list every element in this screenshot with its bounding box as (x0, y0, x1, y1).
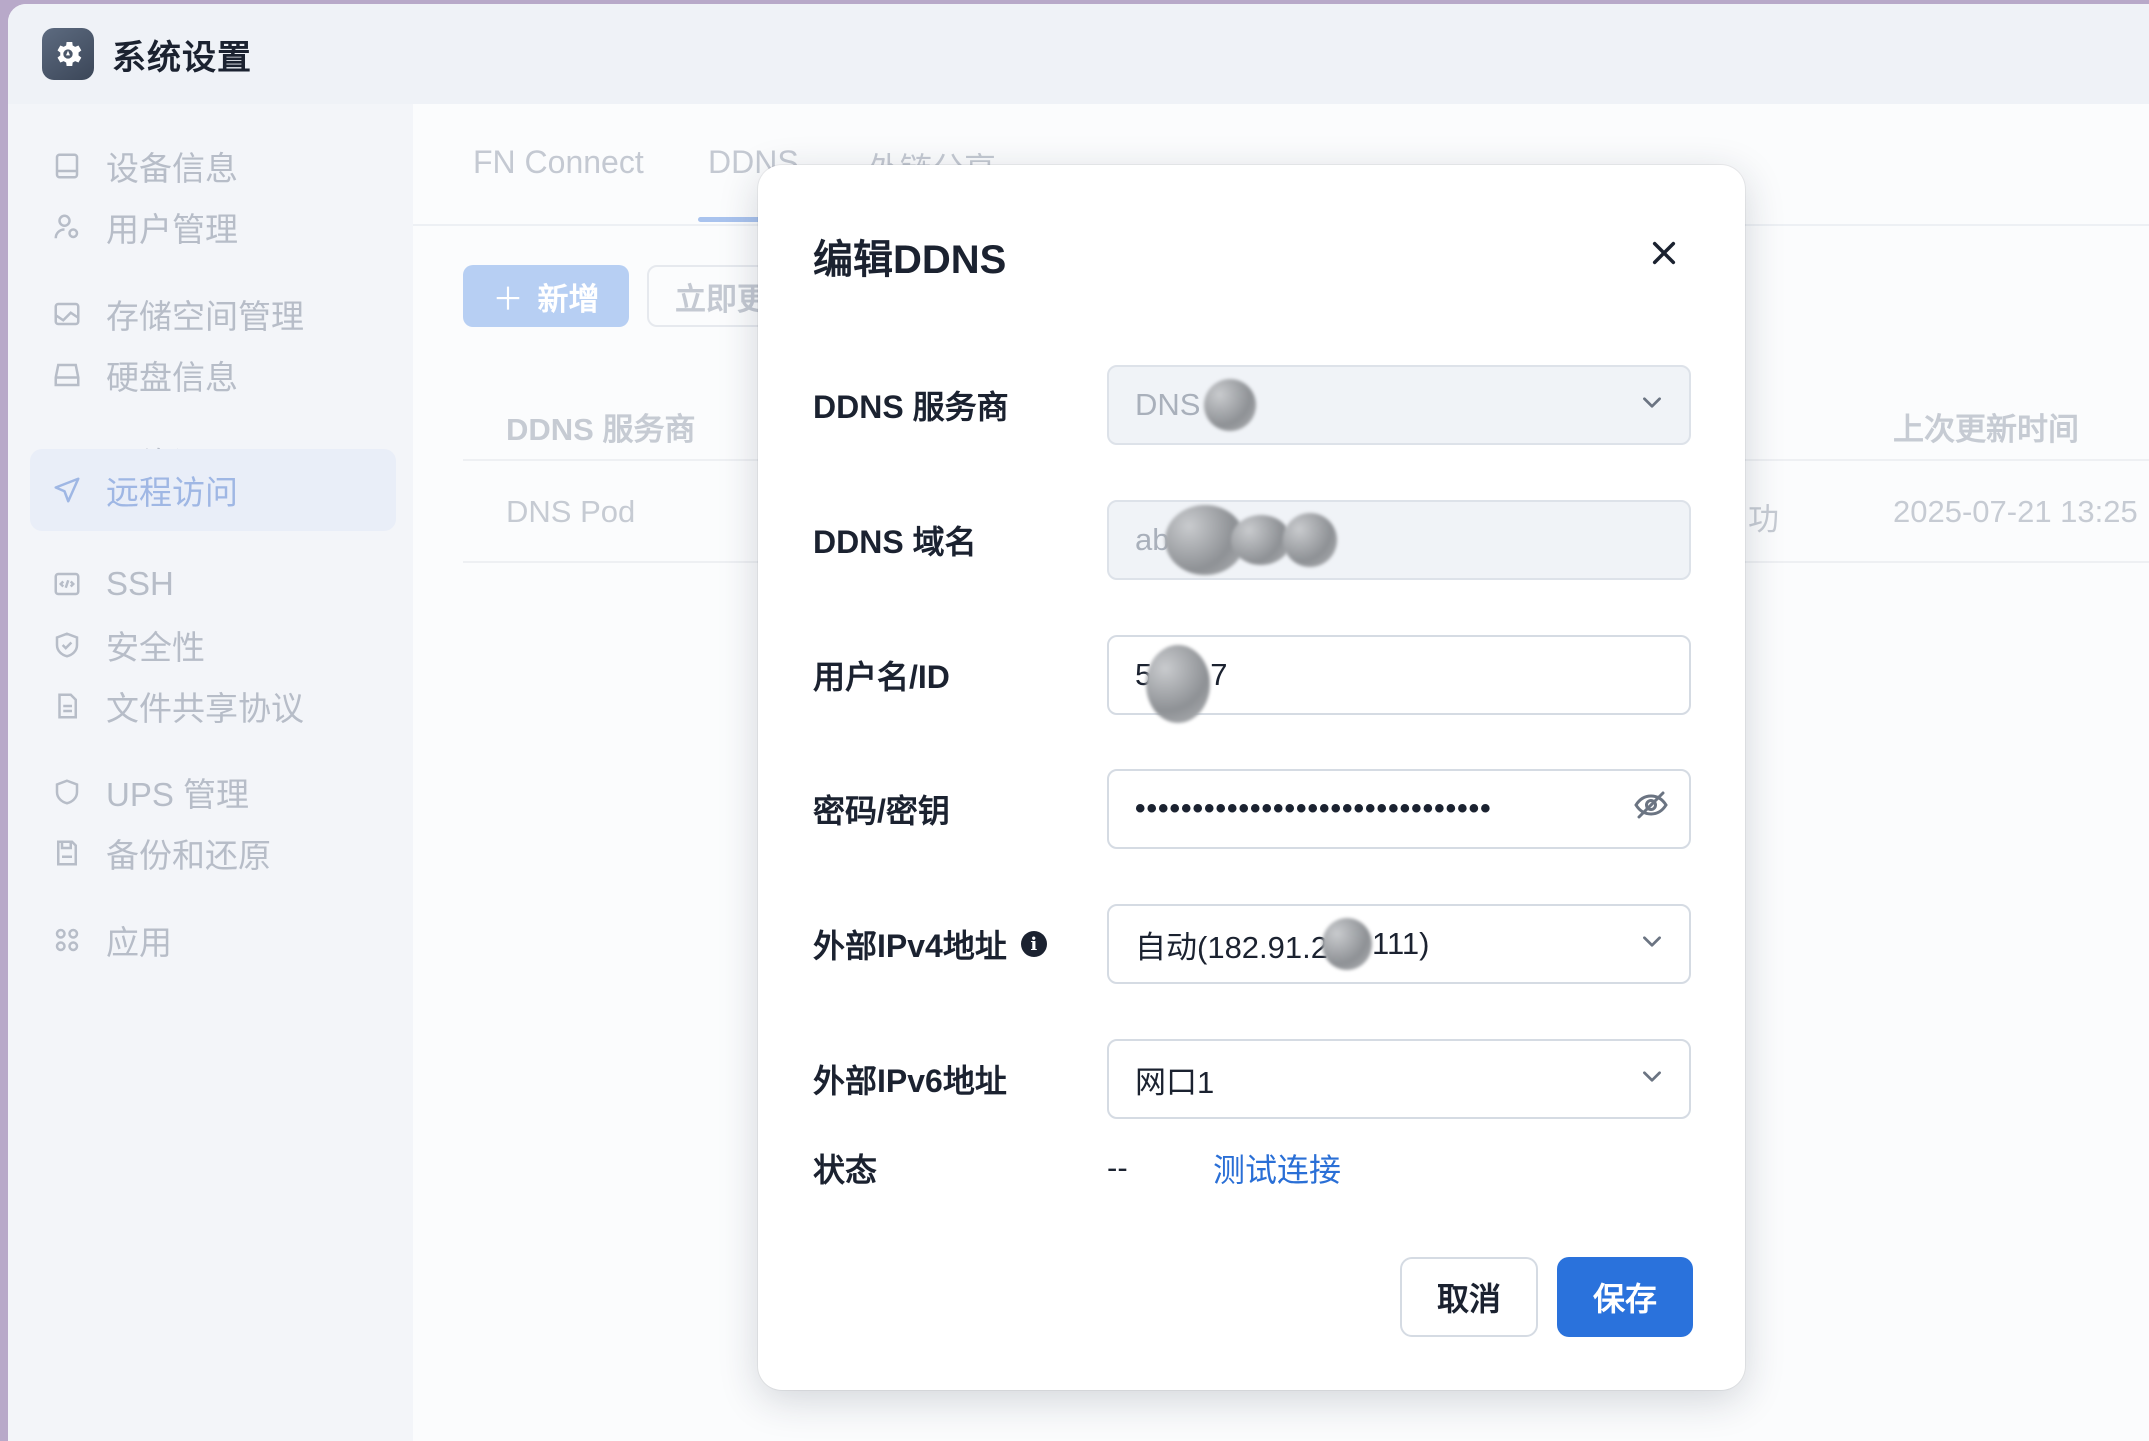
domain-value: ab (1135, 522, 1170, 557)
username-field[interactable]: 5 7 (1107, 635, 1691, 723)
update-now-button[interactable]: 立即更新 (647, 265, 767, 327)
provider-label: DDNS 服务商 (813, 389, 1009, 425)
username-label: 用户名/ID (813, 659, 950, 695)
ipv4-label: 外部IPv4地址 (813, 928, 1007, 964)
redaction-blur (1204, 379, 1257, 431)
shield-icon (50, 775, 84, 809)
sidebar-item-disk-info[interactable]: 硬盘信息 (30, 334, 396, 416)
ipv6-select[interactable]: 网口1 (1107, 1039, 1691, 1119)
password-field[interactable]: ••••••••••••••••••••••••••••••• (1107, 769, 1691, 849)
sidebar-item-label: 应用 (106, 924, 172, 961)
redaction-blur (1231, 515, 1292, 565)
cell-last-update: 2025-07-21 13:25 (1893, 494, 2138, 529)
sidebar-item-label: 硬盘信息 (106, 359, 238, 396)
domain-label: DDNS 域名 (813, 524, 977, 560)
ipv6-label: 外部IPv6地址 (813, 1063, 1007, 1099)
plus-icon: ＋ (492, 281, 524, 317)
eye-off-icon[interactable] (1633, 787, 1669, 831)
domain-field[interactable]: ab (1107, 500, 1691, 580)
add-button-label: 新增 (537, 281, 600, 317)
redaction-blur (1283, 513, 1338, 567)
close-icon[interactable] (1641, 230, 1687, 276)
sidebar-item-label: 存储空间管理 (106, 298, 304, 335)
domain-row: DDNS 域名 ab (813, 500, 1693, 580)
sidebar-item-remote-access[interactable]: 远程访问 (30, 449, 396, 531)
file-icon (50, 689, 84, 723)
info-icon[interactable]: i (1020, 931, 1047, 957)
titlebar: 系统设置 (8, 4, 2149, 104)
ipv6-row: 外部IPv6地址 网口1 (813, 1039, 1693, 1119)
ipv4-select[interactable]: 自动(182.91.2 111) (1107, 904, 1691, 984)
column-header-provider: DDNS 服务商 (506, 412, 696, 447)
redaction-blur (1322, 918, 1372, 970)
redaction-blur (1146, 645, 1211, 723)
edit-ddns-dialog: 编辑DDNS DDNS 服务商 DNS DDNS 域名 ab 用户名/ID 5 … (758, 165, 1745, 1390)
apps-icon (50, 923, 84, 957)
sidebar-item-label: SSH (106, 565, 174, 602)
shield-check-icon (50, 628, 84, 662)
save-button[interactable]: 保存 (1557, 1257, 1693, 1337)
storage-icon (50, 297, 84, 331)
ipv4-value-suffix: 111) (1372, 926, 1430, 961)
sidebar: 设备信息 用户管理 存储空间管理 硬盘信息 网络设置 (8, 104, 413, 1441)
sidebar-item-label: 用户管理 (106, 211, 238, 248)
sidebar-item-apps[interactable]: 应用 (30, 899, 396, 981)
chevron-down-icon (1639, 387, 1665, 423)
provider-select[interactable]: DNS (1107, 365, 1691, 445)
disk-icon (50, 358, 84, 392)
ipv4-value: 自动(182.91.2 (1135, 929, 1328, 965)
sidebar-item-label: 安全性 (106, 629, 205, 666)
sidebar-item-label: 设备信息 (106, 150, 238, 187)
password-value: ••••••••••••••••••••••••••••••• (1135, 792, 1492, 825)
user-settings-icon (50, 210, 84, 244)
device-icon (50, 149, 84, 183)
update-now-label: 立即更新 (675, 281, 767, 317)
password-row: 密码/密钥 ••••••••••••••••••••••••••••••• (813, 769, 1693, 849)
sidebar-item-label: 文件共享协议 (106, 690, 304, 727)
tab-fn-connect[interactable]: FN Connect (473, 144, 644, 181)
backup-icon (50, 836, 84, 870)
ipv6-value: 网口1 (1135, 1064, 1215, 1100)
app-title: 系统设置 (112, 38, 252, 77)
status-label: 状态 (813, 1152, 878, 1188)
test-connection-link[interactable]: 测试连接 (1213, 1145, 1341, 1191)
cell-provider: DNS Pod (506, 494, 636, 529)
sidebar-item-user-management[interactable]: 用户管理 (30, 186, 396, 268)
sidebar-item-label: UPS 管理 (106, 776, 250, 813)
status-value: -- (1107, 1150, 1128, 1185)
column-header-last-update: 上次更新时间 (1893, 412, 2079, 447)
sidebar-item-label: 远程访问 (106, 474, 238, 511)
password-label: 密码/密钥 (813, 793, 950, 829)
cancel-button[interactable]: 取消 (1400, 1257, 1538, 1337)
dialog-title: 编辑DDNS (813, 238, 1007, 282)
chevron-down-icon (1639, 926, 1665, 962)
settings-window: 系统设置 设备信息 用户管理 存储空间管理 硬盘信息 远程访问 SSH 安全性 … (8, 4, 2149, 1441)
ipv4-label-group: 外部IPv4地址 i (813, 921, 1047, 967)
status-row: 状态 -- 测试连接 (813, 1133, 1693, 1203)
provider-value: DNS (1135, 387, 1201, 422)
add-button[interactable]: ＋ 新增 (463, 265, 629, 327)
settings-gear-icon (42, 28, 94, 80)
send-icon (50, 473, 84, 507)
chevron-down-icon (1639, 1061, 1665, 1097)
sidebar-item-file-sharing[interactable]: 文件共享协议 (30, 665, 396, 747)
username-value-suffix: 7 (1210, 657, 1228, 692)
ipv4-row: 外部IPv4地址 i 自动(182.91.2 111) (813, 904, 1693, 984)
username-row: 用户名/ID 5 7 (813, 635, 1693, 723)
provider-row: DDNS 服务商 DNS (813, 365, 1693, 445)
sidebar-item-label: 备份和还原 (106, 837, 271, 874)
cell-status: 功 (1748, 502, 1779, 537)
code-icon (50, 567, 84, 601)
sidebar-item-backup[interactable]: 备份和还原 (30, 812, 396, 894)
